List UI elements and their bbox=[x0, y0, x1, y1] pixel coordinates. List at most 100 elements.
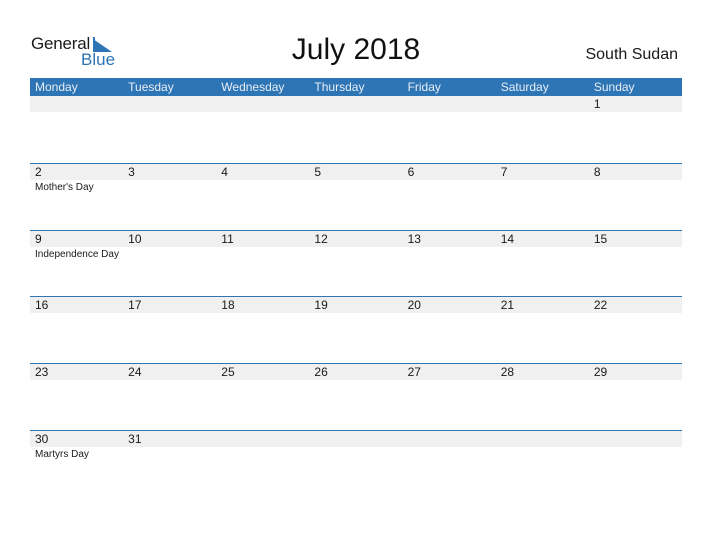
day-cell: 7 bbox=[496, 164, 589, 180]
day-number: 6 bbox=[407, 164, 415, 179]
holiday-label bbox=[589, 247, 682, 260]
day-number: 30 bbox=[35, 431, 49, 446]
holiday-label bbox=[496, 380, 589, 382]
day-cell: 19 bbox=[309, 297, 402, 313]
weekday-saturday: Saturday bbox=[500, 80, 549, 94]
holiday-label: Martyrs Day bbox=[35, 448, 89, 460]
holiday-label bbox=[589, 180, 682, 193]
day-cell: 11 bbox=[216, 231, 309, 247]
holiday-label bbox=[589, 380, 682, 382]
day-cell: 4 bbox=[216, 164, 309, 180]
day-cell: 28 bbox=[496, 364, 589, 380]
day-number: 12 bbox=[314, 231, 328, 246]
day-cell: 20 bbox=[403, 297, 496, 313]
day-number: 25 bbox=[221, 365, 235, 380]
day-cell bbox=[309, 96, 402, 112]
day-cell: 21 bbox=[496, 297, 589, 313]
day-cell bbox=[216, 431, 309, 447]
holiday-label bbox=[309, 313, 402, 315]
holiday-label bbox=[589, 112, 682, 114]
holiday-label bbox=[309, 447, 402, 460]
date-band: 9 10 11 12 13 14 15 bbox=[30, 230, 682, 247]
day-number: 21 bbox=[500, 298, 515, 313]
day-number: 9 bbox=[35, 231, 42, 246]
holiday-label bbox=[309, 180, 402, 193]
holiday-label bbox=[403, 447, 496, 460]
holiday-label bbox=[30, 380, 123, 382]
day-cell: 16 bbox=[30, 297, 123, 313]
holiday-label bbox=[216, 112, 309, 114]
day-cell: 1 bbox=[589, 96, 682, 112]
day-cell bbox=[403, 431, 496, 447]
weekday-monday: Monday bbox=[35, 80, 78, 94]
day-cell: 3 bbox=[123, 164, 216, 180]
day-number: 28 bbox=[500, 365, 515, 380]
holiday-label: Mother's Day bbox=[35, 181, 94, 193]
day-number: 2 bbox=[35, 164, 42, 179]
day-number: 15 bbox=[593, 231, 608, 246]
week-row: 9 10 11 12 13 14 15 Independence Day bbox=[30, 229, 682, 297]
holiday-label bbox=[216, 247, 309, 260]
holiday-label bbox=[496, 247, 589, 260]
day-cell: 12 bbox=[309, 231, 402, 247]
day-number: 13 bbox=[407, 231, 421, 246]
day-number: 20 bbox=[407, 298, 421, 313]
day-number: 18 bbox=[221, 298, 235, 313]
holiday-label bbox=[496, 447, 589, 460]
day-cell bbox=[216, 96, 309, 112]
events-row bbox=[30, 112, 682, 114]
day-cell: 5 bbox=[309, 164, 402, 180]
holiday-label: Independence Day bbox=[35, 248, 119, 260]
day-cell bbox=[496, 96, 589, 112]
day-number: 4 bbox=[221, 164, 228, 179]
holiday-label bbox=[216, 447, 309, 460]
holiday-label bbox=[216, 313, 309, 315]
holiday-label bbox=[123, 247, 216, 260]
weekday-sunday: Sunday bbox=[593, 80, 635, 94]
day-number: 29 bbox=[593, 365, 608, 380]
day-cell: 26 bbox=[309, 364, 402, 380]
holiday-label bbox=[30, 112, 123, 114]
holiday-label bbox=[309, 112, 402, 114]
day-cell: 8 bbox=[589, 164, 682, 180]
day-number: 19 bbox=[314, 298, 328, 313]
country-label: South Sudan bbox=[585, 46, 678, 63]
day-cell: 31 bbox=[123, 431, 216, 447]
day-number: 26 bbox=[314, 365, 328, 380]
day-cell bbox=[309, 431, 402, 447]
day-number: 14 bbox=[500, 231, 515, 246]
holiday-label bbox=[30, 313, 123, 315]
weeks-container: 1 2 3 4 5 6 7 8 Mother's Day 9 10 11 12 13 14 15 Indepen… bbox=[30, 96, 682, 497]
holiday-label bbox=[123, 380, 216, 382]
day-cell bbox=[30, 96, 123, 112]
date-band: 30 31 bbox=[30, 430, 682, 447]
day-number: 31 bbox=[128, 431, 142, 446]
week-row: 23 24 25 26 27 28 29 bbox=[30, 363, 682, 430]
day-cell: 18 bbox=[216, 297, 309, 313]
holiday-label bbox=[403, 180, 496, 193]
calendar-grid: Monday Tuesday Wednesday Thursday Friday… bbox=[30, 78, 682, 497]
holiday-label bbox=[589, 447, 682, 460]
holiday-label bbox=[309, 247, 402, 260]
day-number: 11 bbox=[221, 231, 234, 246]
week-row: 1 bbox=[30, 96, 682, 163]
day-cell: 30 bbox=[30, 431, 123, 447]
holiday-label bbox=[496, 112, 589, 114]
holiday-label bbox=[589, 313, 682, 315]
day-cell: 15 bbox=[589, 231, 682, 247]
day-cell: 29 bbox=[589, 364, 682, 380]
day-number: 24 bbox=[128, 365, 142, 380]
events-row: Mother's Day bbox=[30, 180, 682, 193]
holiday-label bbox=[403, 380, 496, 382]
day-cell: 22 bbox=[589, 297, 682, 313]
day-number: 8 bbox=[593, 164, 601, 179]
day-number: 5 bbox=[314, 164, 322, 179]
week-row: 16 17 18 19 20 21 22 bbox=[30, 296, 682, 363]
holiday-label bbox=[216, 180, 309, 193]
events-row bbox=[30, 313, 682, 315]
holiday-label bbox=[496, 180, 589, 193]
holiday-label bbox=[123, 447, 216, 460]
day-cell: 9 bbox=[30, 231, 123, 247]
day-number: 3 bbox=[128, 164, 135, 179]
day-number: 10 bbox=[128, 231, 142, 246]
